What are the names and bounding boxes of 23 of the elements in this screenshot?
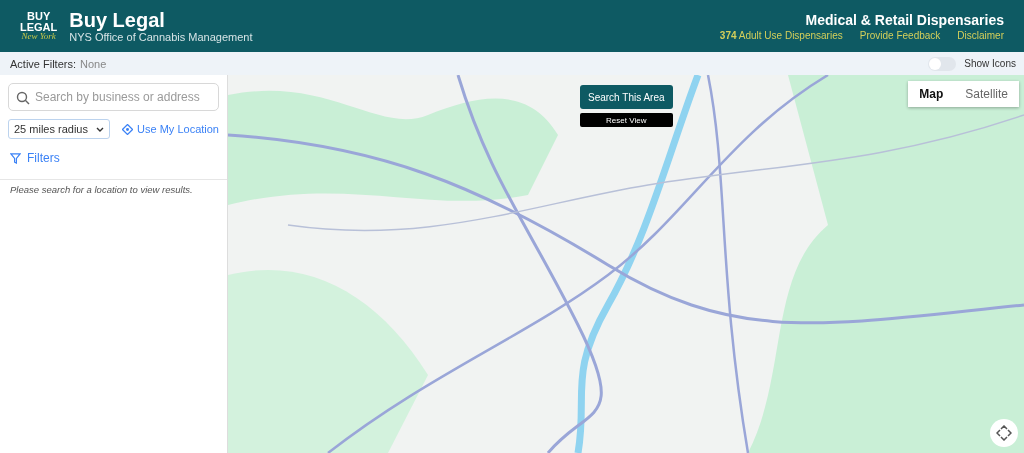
map-type-tab[interactable]: Map (908, 81, 955, 107)
header-link[interactable]: Provide Feedback (859, 29, 941, 41)
logo: BUY LEGAL New York (20, 11, 58, 41)
active-filters-label: Active Filters: (10, 57, 76, 70)
header-link[interactable]: 374 Adult Use Dispensaries (719, 29, 843, 41)
site-subtitle: NYS Office of Cannabis Management (69, 31, 253, 43)
header-heading: Medical & Retail Dispensaries (805, 11, 1004, 28)
filters-button[interactable]: Filters (8, 147, 219, 169)
use-location-link[interactable]: Use My Location (122, 123, 219, 135)
toggle-switch[interactable] (928, 56, 957, 71)
map-type-tab[interactable]: Satellite (954, 81, 1019, 107)
search-field[interactable]: Search by business or address (8, 83, 219, 111)
header-link[interactable]: Disclaimer (957, 29, 1004, 41)
radius-dropdown[interactable]: 25 miles radius (8, 119, 110, 139)
toggle-label: Show Icons (964, 58, 1016, 69)
crosshair-icon (122, 123, 134, 135)
site-title: Buy Legal (69, 9, 166, 31)
funnel-icon (10, 152, 21, 164)
active-filters-value: None (80, 57, 107, 70)
caret-icon (96, 126, 104, 132)
empty-results-message: Please search for a location to view results. (10, 184, 194, 195)
search-area-button[interactable]: Search This Area (580, 85, 673, 109)
reset-view-button[interactable]: Reset View (580, 113, 673, 127)
